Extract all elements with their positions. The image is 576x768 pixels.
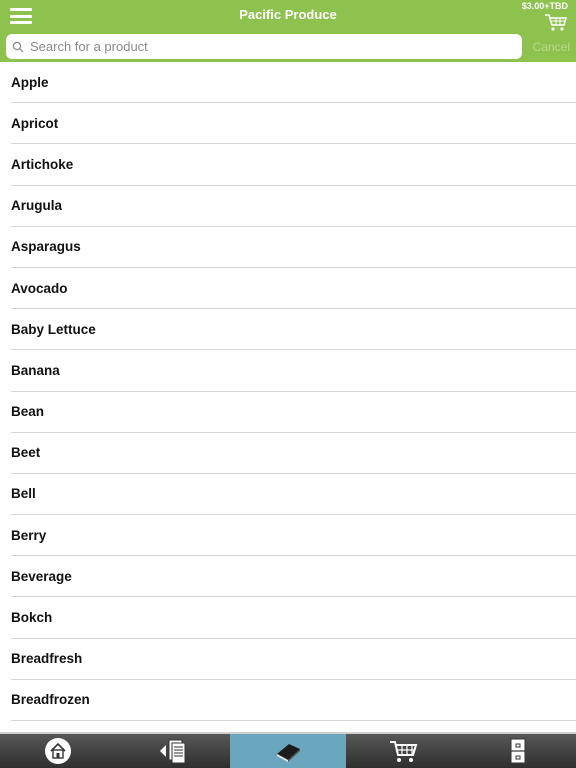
- list-item[interactable]: Apricot: [11, 103, 576, 145]
- cart-icon: [390, 741, 418, 762]
- tab-home[interactable]: [0, 734, 115, 768]
- tab-catalog[interactable]: [230, 734, 346, 768]
- catalog-book-icon: [277, 744, 300, 762]
- app: Pacific Produce $3.00+TBD Cancel AppleAp…: [0, 0, 576, 768]
- list-item[interactable]: Banana: [11, 350, 576, 392]
- list-item[interactable]: Bell: [11, 474, 576, 516]
- cabinet-icon: [510, 738, 526, 764]
- search-icon: [12, 41, 24, 52]
- list-item[interactable]: Breadfresh: [11, 639, 576, 680]
- list-item[interactable]: Asparagus: [11, 227, 576, 268]
- list-item[interactable]: Avocado: [11, 268, 576, 310]
- search-input[interactable]: [30, 39, 510, 54]
- list-item[interactable]: Breadfrozen: [11, 680, 576, 721]
- list-item[interactable]: Artichoke: [11, 144, 576, 186]
- tab-bar: [0, 732, 576, 768]
- tab-cabinet[interactable]: [461, 734, 576, 768]
- cart-total[interactable]: $3.00+TBD: [522, 1, 568, 11]
- list-item[interactable]: Arugula: [11, 186, 576, 227]
- list-item[interactable]: Beverage: [11, 556, 576, 598]
- tab-cart[interactable]: [346, 734, 461, 768]
- header-bar: Pacific Produce $3.00+TBD Cancel: [0, 0, 576, 62]
- cart-icon[interactable]: [544, 12, 568, 32]
- page-title: Pacific Produce: [239, 7, 337, 22]
- search-box[interactable]: [6, 34, 522, 59]
- list-item[interactable]: Bean: [11, 392, 576, 433]
- product-list: Apple Apricot Artichoke Arugula Asparagus Avo…: [0, 62, 576, 730]
- list-item[interactable]: Beet: [11, 433, 576, 474]
- list-item[interactable]: Baby Lettuce: [11, 309, 576, 351]
- order-list-icon: [159, 739, 186, 764]
- cancel-button[interactable]: Cancel: [533, 40, 570, 54]
- tab-orders[interactable]: [115, 734, 230, 768]
- list-item[interactable]: Berry: [11, 515, 576, 557]
- list-item[interactable]: Bokch: [11, 597, 576, 639]
- list-item[interactable]: Apple: [11, 62, 576, 104]
- home-icon: [44, 738, 71, 764]
